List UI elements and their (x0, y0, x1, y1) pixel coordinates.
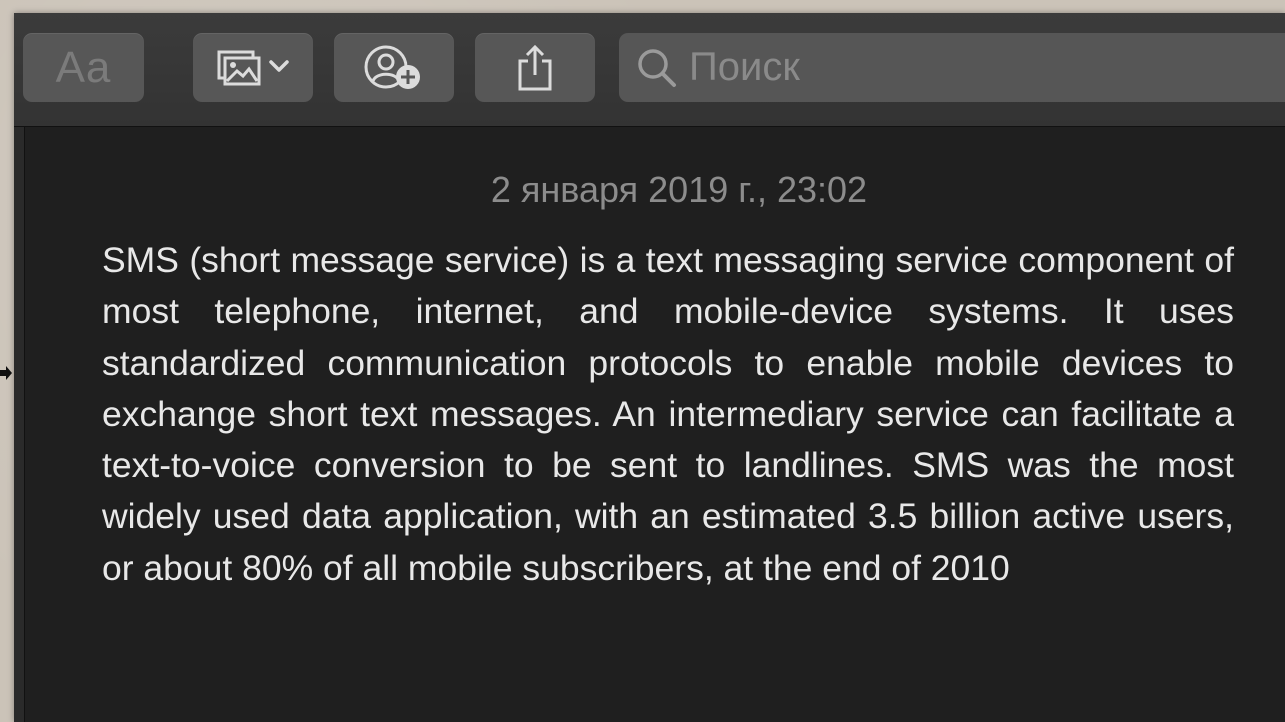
note-date: 2 января 2019 г., 23:02 (490, 169, 868, 210)
pointer-arrow-icon (0, 366, 12, 380)
photo-media-icon (217, 50, 289, 85)
search-icon (638, 48, 676, 87)
notes-window: Aa Поиск 2 января 2019 г., 23:02 SMS (sh… (14, 13, 1285, 722)
share-button[interactable] (475, 33, 595, 102)
sidebar-edge (14, 127, 25, 722)
format-button[interactable]: Aa (23, 33, 144, 102)
note-body-text[interactable]: SMS (short message service) is a text me… (102, 235, 1234, 594)
format-label: Aa (55, 42, 112, 92)
toolbar: Aa (14, 13, 1285, 127)
add-person-icon (364, 45, 420, 89)
search-field[interactable] (619, 33, 1285, 102)
search-input[interactable] (687, 36, 1285, 99)
media-button[interactable] (193, 33, 313, 102)
share-icon (518, 44, 552, 90)
note-editor[interactable]: 2 января 2019 г., 23:02 SMS (short messa… (25, 127, 1285, 722)
add-people-button[interactable] (334, 33, 454, 102)
